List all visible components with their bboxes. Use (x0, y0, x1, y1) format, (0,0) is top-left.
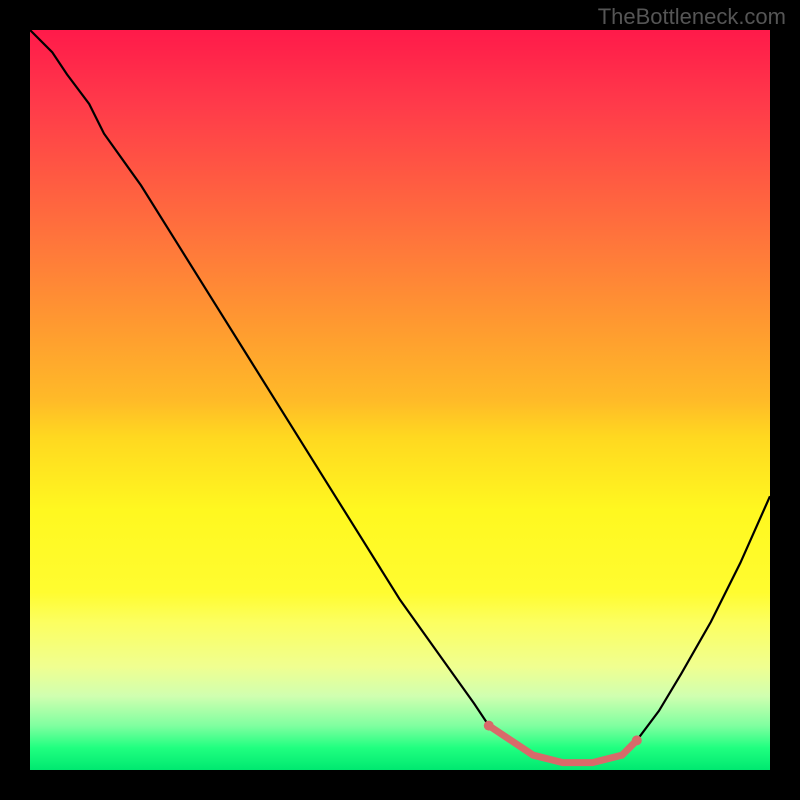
optimal-zone-point (560, 759, 566, 765)
optimal-zone-endpoint (632, 735, 642, 745)
optimal-zone-point (530, 752, 536, 758)
chart-svg (30, 30, 770, 770)
optimal-zone-endpoint (484, 721, 494, 731)
bottleneck-curve-line (30, 30, 770, 763)
chart-plot-area (30, 30, 770, 770)
optimal-zone-point (589, 759, 595, 765)
watermark-text: TheBottleneck.com (598, 4, 786, 30)
optimal-zone-marker (489, 726, 637, 763)
